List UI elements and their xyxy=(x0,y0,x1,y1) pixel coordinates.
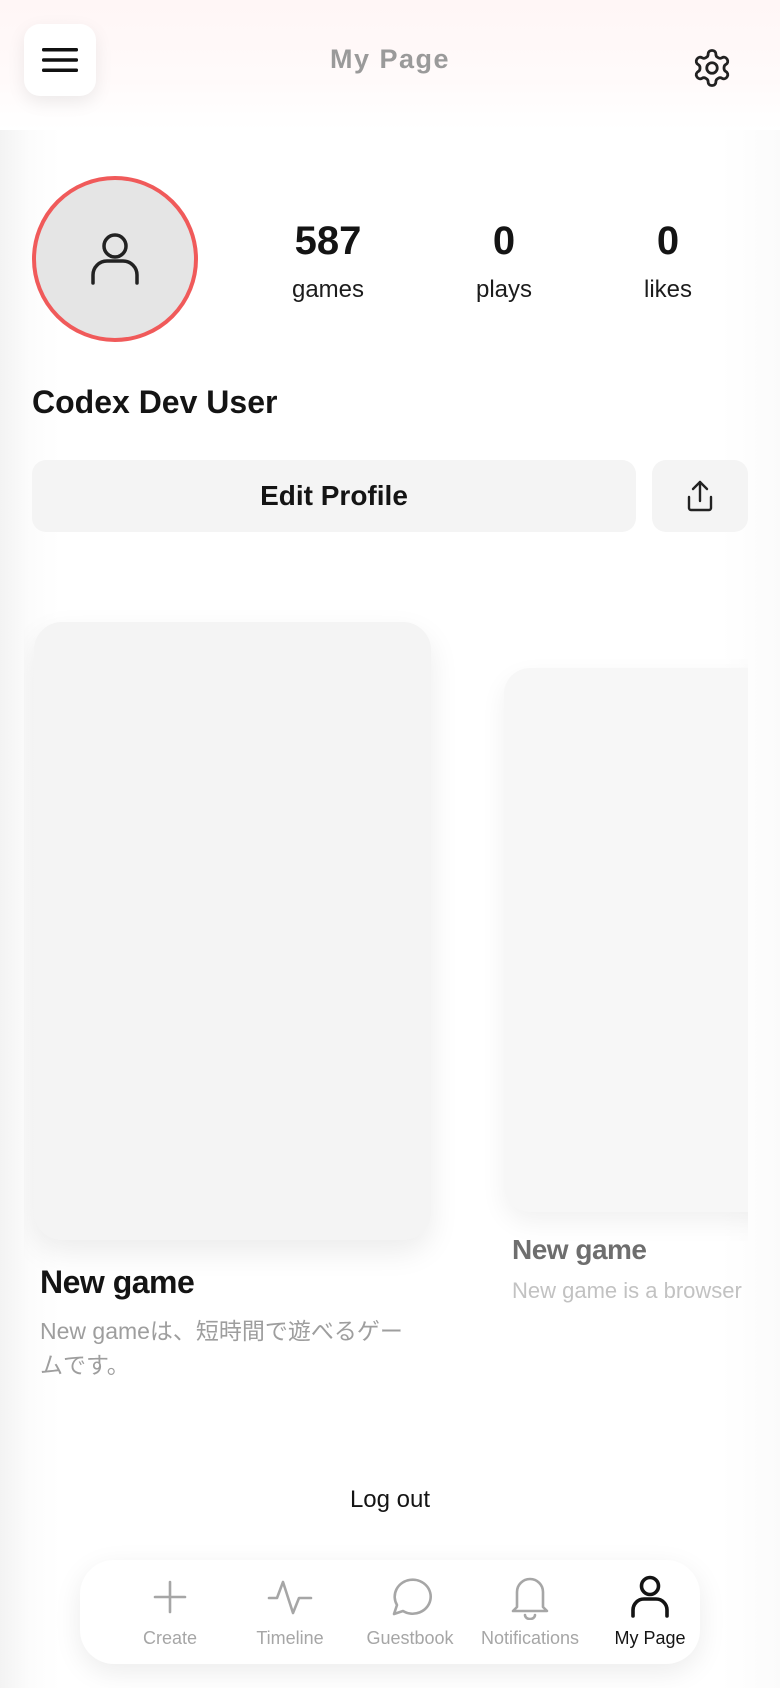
nav-item-guestbook[interactable]: Guestbook xyxy=(352,1572,468,1656)
top-bar: My Page xyxy=(0,0,780,130)
user-name: Codex Dev User xyxy=(32,384,278,420)
game-card-description: New game is a browser xyxy=(512,1278,742,1303)
gear-icon xyxy=(694,49,730,87)
edit-profile-button[interactable]: Edit Profile xyxy=(32,460,636,532)
menu-button[interactable] xyxy=(24,24,96,96)
game-card-title[interactable]: New game xyxy=(40,1264,195,1301)
hamburger-menu-icon xyxy=(42,48,78,72)
stat-label: games xyxy=(291,276,365,303)
nav-label: Guestbook xyxy=(366,1628,454,1648)
nav-item-my-page[interactable]: My Page xyxy=(592,1572,708,1656)
game-card-thumbnail[interactable] xyxy=(34,622,431,1240)
nav-label: My Page xyxy=(614,1628,686,1648)
nav-item-notifications[interactable]: Notifications xyxy=(472,1572,588,1656)
page-title: My Page xyxy=(329,44,451,74)
share-icon xyxy=(687,480,713,512)
stat-games: 587 games xyxy=(248,214,408,304)
bell-icon xyxy=(511,1577,549,1620)
games-carousel[interactable]: New game New gameは、短時間で遊べるゲームです。 New gam… xyxy=(24,580,748,1400)
my-page-screen: My Page 587 games 0 plays 0 likes Codex … xyxy=(0,0,780,1688)
share-button[interactable] xyxy=(652,460,748,532)
bottom-navigation: Create Timeline Guestbook Notifications … xyxy=(80,1560,700,1664)
nav-label: Create xyxy=(142,1628,198,1648)
game-card-title[interactable]: New game xyxy=(512,1234,647,1266)
plus-icon xyxy=(153,1580,187,1614)
nav-label: Notifications xyxy=(480,1628,580,1648)
nav-label: Timeline xyxy=(256,1628,324,1648)
nav-item-timeline[interactable]: Timeline xyxy=(232,1572,348,1656)
stat-plays: 0 plays xyxy=(424,214,584,304)
stat-value: 0 xyxy=(492,219,516,263)
stat-likes: 0 likes xyxy=(588,214,748,304)
user-icon xyxy=(91,233,139,285)
stat-label: plays xyxy=(475,276,533,303)
settings-button[interactable] xyxy=(684,40,740,96)
game-card-thumbnail[interactable] xyxy=(504,668,748,1212)
user-icon xyxy=(631,1575,669,1618)
logout-button[interactable]: Log out xyxy=(290,1486,490,1514)
chat-bubble-icon xyxy=(392,1578,432,1616)
stat-label: likes xyxy=(643,276,692,303)
activity-icon xyxy=(267,1580,313,1615)
stat-value: 587 xyxy=(294,219,362,263)
nav-item-create[interactable]: Create xyxy=(112,1572,228,1656)
avatar[interactable] xyxy=(32,176,198,342)
game-card-description: New gameは、短時間で遊べるゲームです。 xyxy=(40,1318,403,1378)
stat-value: 0 xyxy=(656,219,680,263)
